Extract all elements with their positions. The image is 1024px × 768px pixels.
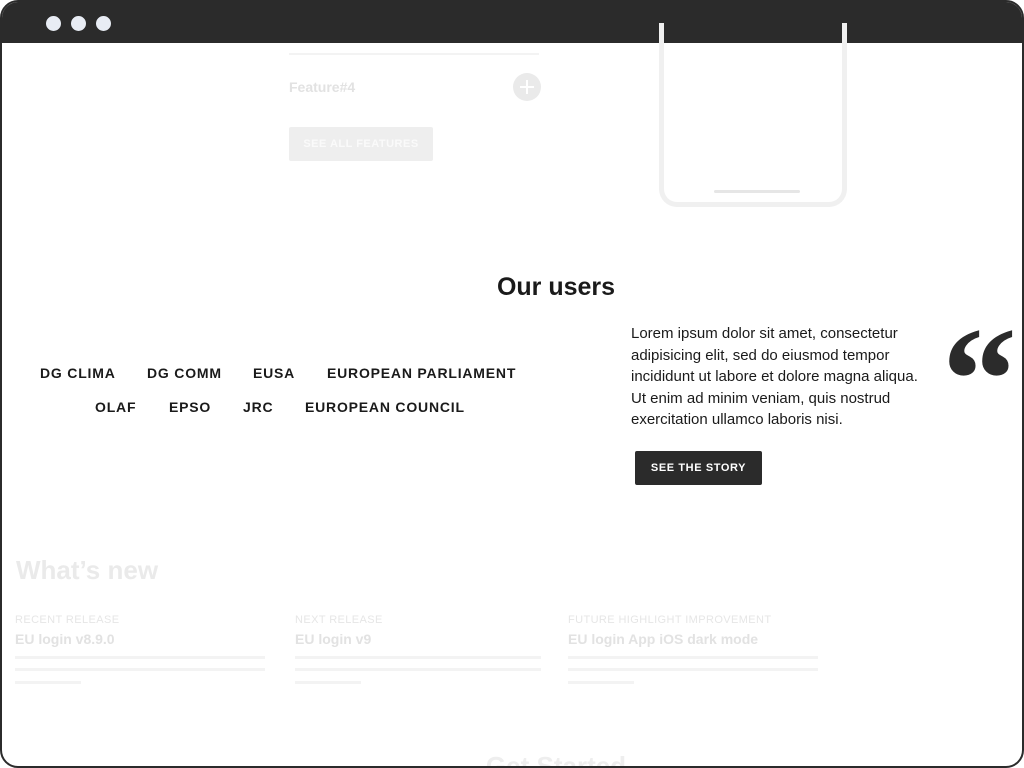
our-users-title: Our users [496,273,616,301]
phone-mockup [659,23,847,207]
release-title-next[interactable]: EU login v9 [295,631,371,647]
see-the-story-button[interactable]: SEE THE STORY [635,451,762,485]
page-content: Feature#4 SEE ALL FEATURES Our users DG … [2,23,1022,768]
window-dot-1 [46,16,61,31]
release-line [295,681,361,684]
feature-item-4[interactable]: Feature#4 [289,79,355,95]
quote-mark-icon: “ [942,297,1017,463]
release-line [568,668,818,671]
org-european-council[interactable]: EUROPEAN COUNCIL [305,399,465,415]
org-olaf[interactable]: OLAF [95,399,136,415]
release-line [295,656,541,659]
get-started-title: Get Started [485,751,627,768]
release-line [15,656,265,659]
org-jrc[interactable]: JRC [243,399,273,415]
org-epso[interactable]: EPSO [169,399,211,415]
phone-home-bar [714,190,800,193]
expand-plus-icon[interactable] [513,73,541,101]
whats-new-title: What’s new [16,555,159,585]
release-line [295,668,541,671]
org-dg-clima[interactable]: DG CLIMA [40,365,116,381]
window-titlebar [2,2,1022,43]
window-dot-3 [96,16,111,31]
feature-divider [289,53,539,55]
org-european-parliament[interactable]: EUROPEAN PARLIAMENT [327,365,516,381]
release-label-next: NEXT RELEASE [295,614,383,626]
see-all-features-button[interactable]: SEE ALL FEATURES [289,127,433,161]
release-label-future: FUTURE HIGHLIGHT IMPROVEMENT [568,614,772,626]
release-line [15,681,81,684]
release-line [568,656,818,659]
release-title-recent[interactable]: EU login v8.9.0 [15,631,115,647]
release-line [568,681,634,684]
release-label-recent: RECENT RELEASE [15,614,120,626]
browser-window: Feature#4 SEE ALL FEATURES Our users DG … [0,0,1024,768]
org-eusa[interactable]: EUSA [253,365,295,381]
testimonial-quote: Lorem ipsum dolor sit amet, consectetur … [631,325,918,428]
org-dg-comm[interactable]: DG COMM [147,365,222,381]
release-line [15,668,265,671]
release-title-future[interactable]: EU login App iOS dark mode [568,631,758,647]
window-dot-2 [71,16,86,31]
